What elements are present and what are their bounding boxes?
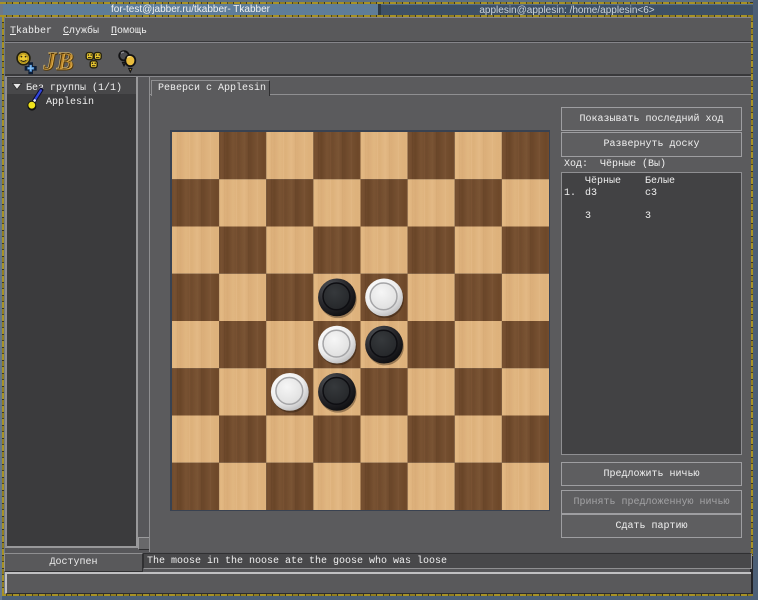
- svg-text:JB: JB: [42, 48, 73, 75]
